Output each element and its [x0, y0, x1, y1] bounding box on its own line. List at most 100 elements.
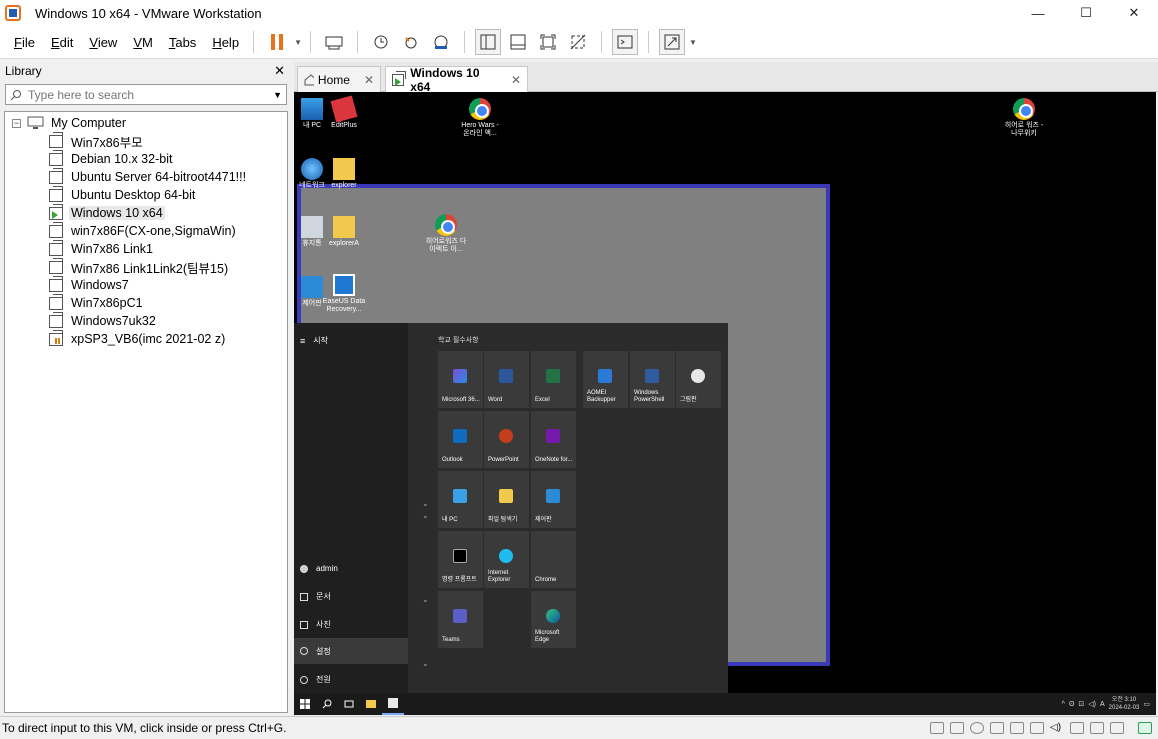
tray-volume-icon[interactable]: ◁) [1088, 700, 1096, 708]
take-snapshot-button[interactable] [368, 29, 394, 55]
start-menu-power[interactable]: 전원 [300, 674, 331, 685]
network-adapter-icon[interactable] [990, 722, 1004, 734]
tray-network-icon[interactable]: ⊡ [1078, 700, 1084, 708]
usb-device-icon[interactable] [1090, 722, 1104, 734]
desktop-icon[interactable]: EditPlus [322, 95, 366, 130]
tray-chevron-icon[interactable]: ^ [1062, 701, 1065, 708]
tile-paint[interactable]: 그림판 [676, 351, 721, 408]
maximize-button[interactable]: ☐ [1062, 0, 1110, 26]
tile-outlook[interactable]: Outlook [438, 411, 483, 468]
sound-card-icon[interactable]: ◁) [1050, 722, 1064, 734]
menu-edit[interactable]: Edit [49, 35, 75, 50]
tile-microsoft365[interactable]: Microsoft 36... [438, 351, 483, 408]
chevron-down-icon[interactable]: ⌄ [422, 595, 429, 604]
tree-vm-item[interactable]: Win7x86부모 [5, 131, 287, 150]
show-thumbnail-bar-button[interactable] [505, 29, 531, 55]
tree-vm-item[interactable]: Win7x86 Link1 [5, 239, 287, 258]
tab-vm[interactable]: Windows 10 x64 ✕ [385, 66, 528, 94]
tray-ime-indicator[interactable]: A [1100, 701, 1105, 708]
library-close-icon[interactable]: ✕ [274, 63, 285, 79]
tree-vm-item[interactable]: win7x86F(CX-one,SigmaWin) [5, 221, 287, 240]
tile-excel[interactable]: Excel [531, 351, 576, 408]
tree-vm-item[interactable]: Win7x86pC1 [5, 293, 287, 312]
tile-powershell[interactable]: Windows PowerShell [630, 351, 675, 408]
tree-vm-item[interactable]: Windows7 [5, 275, 287, 294]
menu-file[interactable]: File [12, 35, 37, 50]
unity-button[interactable] [565, 29, 591, 55]
chevron-down-icon[interactable]: ⌄ [422, 511, 429, 520]
tile-control-panel[interactable]: 제어판 [531, 471, 576, 528]
send-ctrl-alt-del-button[interactable] [321, 29, 347, 55]
usb-controller-icon[interactable] [1010, 722, 1024, 734]
desktop-icon[interactable]: 히어로 워즈 - 나무위키 [1002, 98, 1046, 138]
library-search-input[interactable] [28, 87, 274, 102]
desktop-icon[interactable]: explorerA [322, 216, 366, 248]
minimize-button[interactable]: — [1014, 0, 1062, 26]
tile-onenote[interactable]: OneNote for... [531, 411, 576, 468]
pause-button[interactable] [264, 29, 290, 55]
tree-vm-item[interactable]: Ubuntu Desktop 64-bit [5, 185, 287, 204]
vmware-taskbar-icon[interactable] [382, 693, 404, 715]
start-menu-hamburger[interactable]: ≡ 시작 [300, 335, 328, 346]
chevron-down-icon[interactable]: ⌄ [422, 659, 429, 668]
tree-vm-item[interactable]: Win7x86 Link1Link2(팀뷰15) [5, 257, 287, 276]
vm-console[interactable]: 내 PC EditPlus Hero Wars - 온라인 액... 히어로 워… [294, 92, 1156, 715]
revert-snapshot-button[interactable] [398, 29, 424, 55]
tile-teams[interactable]: Teams [438, 591, 483, 648]
show-library-button[interactable] [474, 29, 501, 55]
menu-tabs[interactable]: Tabs [167, 35, 198, 50]
tile-file-explorer[interactable]: 파일 탐색기 [484, 471, 529, 528]
search-dropdown-icon[interactable]: ▼ [273, 90, 282, 100]
windows-start-icon[interactable] [294, 693, 316, 715]
tree-vm-item[interactable]: Debian 10.x 32-bit [5, 149, 287, 168]
pause-dropdown-icon[interactable]: ▼ [294, 38, 302, 47]
full-screen-button[interactable] [535, 29, 561, 55]
tile-this-pc[interactable]: 내 PC [438, 471, 483, 528]
tree-vm-item-selected[interactable]: Windows 10 x64 [5, 203, 287, 222]
tile-aomei[interactable]: AOMEI Backupper [583, 351, 628, 408]
tree-vm-item[interactable]: Ubuntu Server 64-bitroot4471!!! [5, 167, 287, 186]
tree-root[interactable]: − My Computer [5, 114, 287, 132]
tile-command-prompt[interactable]: 명령 프롬프트 [438, 531, 483, 588]
task-view-icon[interactable] [338, 693, 360, 715]
library-search[interactable]: ▼ [5, 84, 287, 105]
search-icon[interactable] [316, 693, 338, 715]
stretch-dropdown-icon[interactable]: ▼ [689, 38, 697, 47]
menu-vm[interactable]: VM [131, 35, 155, 50]
desktop-icon[interactable]: Hero Wars - 온라인 액... [458, 98, 502, 138]
start-menu-settings[interactable]: 설정 [294, 638, 408, 664]
collapse-icon[interactable]: − [12, 118, 21, 128]
tray-notifications-icon[interactable]: ▭ [1143, 700, 1150, 708]
cd-dvd-icon[interactable] [970, 722, 984, 734]
chevron-down-icon[interactable]: ⌄ [422, 499, 429, 508]
start-menu-user[interactable]: admin [300, 564, 338, 573]
display-icon[interactable] [1110, 722, 1124, 734]
hard-disk-icon[interactable] [930, 722, 944, 734]
printer-icon[interactable] [1030, 722, 1044, 734]
file-explorer-icon[interactable] [360, 693, 382, 715]
start-menu-documents[interactable]: 문서 [300, 591, 331, 602]
desktop-icon[interactable]: explorer [322, 158, 366, 190]
message-log-icon[interactable] [1138, 722, 1152, 734]
hard-disk-icon[interactable] [950, 722, 964, 734]
tile-powerpoint[interactable]: PowerPoint [484, 411, 529, 468]
tile-edge[interactable]: Microsoft Edge [531, 591, 576, 648]
menu-view[interactable]: View [87, 35, 119, 50]
tree-vm-item[interactable]: Windows7uk32 [5, 311, 287, 330]
tile-word[interactable]: Word [484, 351, 529, 408]
tab-vm-close-icon[interactable]: ✕ [511, 73, 521, 87]
tray-bluetooth-icon[interactable]: ʘ [1069, 701, 1074, 708]
tray-clock[interactable]: 오전 3:10 2024-02-03 [1109, 696, 1140, 712]
usb-device-icon[interactable] [1070, 722, 1084, 734]
close-button[interactable]: ✕ [1110, 0, 1158, 26]
snapshot-manager-button[interactable] [428, 29, 454, 55]
menu-help[interactable]: Help [210, 35, 241, 50]
start-menu-pictures[interactable]: 사진 [300, 619, 331, 630]
tree-vm-item[interactable]: xpSP3_VB6(imc 2021-02 z) [5, 329, 287, 348]
desktop-icon[interactable]: EaseUS Data Recovery... [322, 274, 366, 314]
tile-chrome[interactable]: Chrome [531, 531, 576, 588]
tab-home-close-icon[interactable]: ✕ [364, 73, 374, 87]
desktop-icon[interactable]: 히어로워즈 다이렉트 이... [424, 214, 468, 254]
tile-internet-explorer[interactable]: Internet Explorer [484, 531, 529, 588]
tab-home[interactable]: Home ✕ [297, 66, 381, 92]
